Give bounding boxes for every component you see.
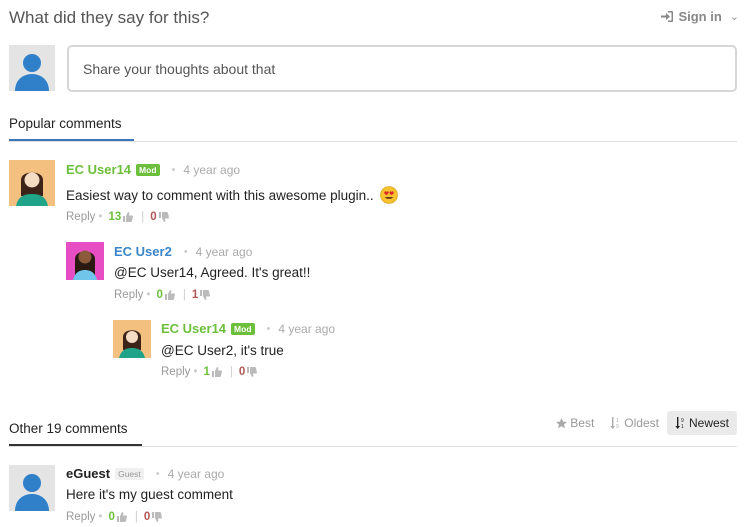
separator-dot: • (183, 245, 188, 258)
comment-body: Easiest way to comment with this awesome… (66, 187, 374, 203)
comment-actions: Reply • 13 | 0 (66, 211, 169, 223)
star-icon (556, 417, 568, 428)
other-comments-header: Other 19 comments Best 19 Oldest 91 Newe… (9, 411, 737, 447)
sort-descending-icon: 91 (675, 417, 684, 429)
sign-in-button[interactable]: Sign in ⌄ (661, 9, 739, 24)
comment-time[interactable]: 4 year ago (278, 322, 335, 336)
dislike-count: 0 (150, 211, 157, 223)
comment-author[interactable]: EC User2 (114, 244, 172, 259)
sign-in-icon (661, 11, 674, 22)
separator: | (141, 211, 145, 223)
like-button[interactable]: 1 (203, 366, 222, 378)
like-count: 1 (203, 366, 210, 378)
like-count: 0 (108, 511, 115, 523)
comment-author[interactable]: EC User14 (161, 321, 226, 336)
comment-body: @EC User14, Agreed. It's great!! (114, 265, 311, 280)
heart-eyes-emoji-icon (379, 186, 398, 204)
thumbs-down-icon (200, 290, 211, 300)
avatar[interactable] (66, 242, 104, 280)
separator-dot: • (98, 511, 103, 523)
avatar[interactable] (9, 465, 55, 511)
svg-text:1: 1 (681, 424, 684, 429)
tab-other-comments[interactable]: Other 19 comments (9, 421, 142, 446)
separator-dot: • (193, 366, 198, 378)
header: What did they say for this? Sign in ⌄ (9, 8, 739, 30)
comment-actions: Reply • 1 | 0 (161, 366, 258, 378)
comment-time[interactable]: 4 year ago (196, 245, 253, 259)
comment-body: Here it's my guest comment (66, 487, 233, 502)
svg-text:9: 9 (616, 424, 619, 429)
avatar[interactable] (113, 320, 151, 358)
reply-button[interactable]: Reply (114, 289, 143, 301)
tab-popular-comments[interactable]: Popular comments (9, 116, 134, 141)
comment-meta: EC User14 Mod • 4 year ago (66, 162, 240, 177)
thumbs-up-icon (164, 290, 175, 300)
guest-badge: Guest (115, 467, 144, 480)
separator: | (229, 366, 233, 378)
chevron-down-icon[interactable]: ⌄ (730, 10, 739, 23)
dislike-button[interactable]: 0 (143, 511, 163, 523)
reply-button[interactable]: Reply (66, 211, 95, 223)
separator-dot: • (98, 211, 103, 223)
separator-dot: • (146, 289, 151, 301)
dislike-count: 0 (143, 511, 151, 523)
like-count: 13 (108, 211, 122, 223)
comment-author: eGuest (66, 466, 111, 481)
comment-text: @EC User14, Agreed. It's great!! (114, 265, 310, 280)
thumbs-down-icon (158, 212, 169, 222)
thumbs-up-icon (116, 512, 127, 522)
separator: | (182, 289, 186, 301)
sort-bar: Best 19 Oldest 91 Newest (548, 411, 737, 435)
dislike-button[interactable]: 0 (150, 211, 169, 223)
mod-badge: Mod (231, 322, 255, 335)
sort-newest-button[interactable]: 91 Newest (666, 411, 737, 435)
sort-best-button[interactable]: Best (548, 411, 602, 435)
like-button[interactable]: 13 (108, 211, 134, 223)
reply-button[interactable]: Reply (66, 511, 95, 523)
page-title: What did they say for this? (9, 8, 210, 27)
comment-author[interactable]: EC User14 (66, 162, 131, 177)
dislike-button[interactable]: 1 (191, 289, 211, 301)
like-count: 0 (156, 289, 163, 301)
sort-ascending-icon: 19 (610, 417, 619, 429)
comment-meta: eGuest Guest • 4 year ago (66, 466, 224, 481)
sort-oldest-label: Oldest (624, 416, 659, 430)
separator-dot: • (171, 163, 176, 176)
dislike-count: 1 (191, 289, 199, 301)
popular-comments-header: Popular comments (9, 116, 737, 142)
comment-input[interactable] (67, 45, 737, 92)
comment-body: @EC User2, it's true (161, 343, 284, 358)
comment-text: Here it's my guest comment (66, 487, 233, 502)
separator-dot: • (266, 322, 271, 335)
separator: | (134, 511, 138, 523)
thumbs-up-icon (211, 367, 222, 377)
comment-time[interactable]: 4 year ago (168, 467, 225, 481)
separator-dot: • (155, 467, 160, 480)
thumbs-up-icon (123, 212, 134, 222)
current-user-avatar (9, 45, 55, 91)
comment-actions: Reply • 0 | 0 (66, 511, 163, 523)
comment-text: @EC User2, it's true (161, 343, 284, 358)
avatar[interactable] (9, 160, 55, 206)
sort-best-label: Best (570, 416, 595, 430)
sort-oldest-button[interactable]: 19 Oldest (602, 411, 667, 435)
dislike-count: 0 (238, 366, 246, 378)
comment-actions: Reply • 0 | 1 (114, 289, 211, 301)
thumbs-down-icon (152, 512, 163, 522)
comment-text: Easiest way to comment with this awesome… (66, 186, 398, 204)
thumbs-down-icon (247, 367, 258, 377)
dislike-button[interactable]: 0 (238, 366, 258, 378)
sign-in-label: Sign in (678, 9, 722, 24)
like-button[interactable]: 0 (156, 289, 175, 301)
reply-button[interactable]: Reply (161, 366, 190, 378)
comment-meta: EC User14 Mod • 4 year ago (161, 321, 335, 336)
comment-meta: EC User2 • 4 year ago (114, 244, 252, 259)
mod-badge: Mod (136, 163, 160, 176)
like-button[interactable]: 0 (108, 511, 127, 523)
comment-time[interactable]: 4 year ago (183, 163, 240, 177)
sort-newest-label: Newest (688, 416, 729, 430)
